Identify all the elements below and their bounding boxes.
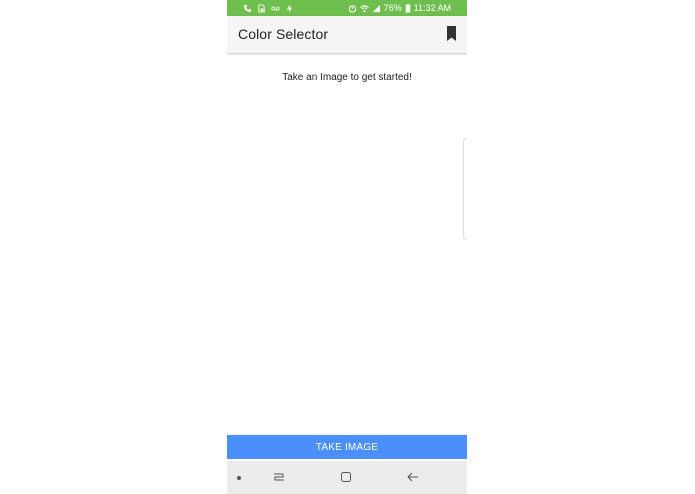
status-bar: 76% 11:32 AM	[227, 0, 467, 16]
side-drawer-handle[interactable]	[463, 138, 467, 240]
flash-icon	[286, 3, 293, 13]
recent-apps-icon[interactable]	[272, 470, 286, 484]
home-icon[interactable]	[339, 470, 353, 484]
app-title: Color Selector	[238, 26, 329, 42]
alarm-icon	[348, 4, 356, 13]
phone-icon	[243, 4, 252, 12]
sim-icon	[258, 3, 265, 13]
system-nav-bar	[227, 461, 467, 494]
empty-state-hint: Take an Image to get started!	[282, 72, 412, 83]
dot-icon	[237, 476, 241, 480]
clock: 11:32 AM	[413, 3, 451, 13]
app-toolbar: Color Selector	[227, 16, 467, 53]
signal-icon	[372, 4, 380, 12]
bookmark-icon[interactable]	[444, 25, 460, 43]
take-image-button[interactable]: TAKE IMAGE	[227, 435, 467, 459]
battery-percent: 76%	[383, 3, 402, 13]
phone-screen: 76% 11:32 AM Color Selector Take an Imag…	[227, 0, 467, 494]
back-icon[interactable]	[406, 470, 420, 484]
status-left-icons	[243, 2, 294, 14]
status-right-icons: 76% 11:32 AM	[348, 2, 451, 14]
voicemail-icon	[271, 6, 280, 10]
battery-icon	[405, 3, 410, 13]
wifi-icon	[359, 4, 369, 12]
